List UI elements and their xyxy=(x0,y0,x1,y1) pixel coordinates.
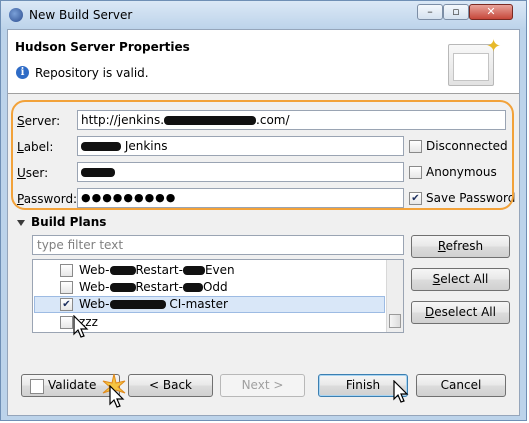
server-field[interactable]: http://jenkins. .com/ xyxy=(77,110,506,130)
list-item-checkbox[interactable] xyxy=(60,264,73,277)
list-item-checkbox[interactable] xyxy=(60,316,73,329)
window-title: New Build Server xyxy=(29,8,133,22)
scrollbar-thumb[interactable] xyxy=(389,314,401,328)
maximize-button[interactable]: ▫ xyxy=(443,4,469,20)
title-bar[interactable]: New Build Server – ▫ ✕ xyxy=(1,1,526,29)
save-password-checkbox[interactable]: ✔ xyxy=(409,192,422,205)
redacted-mark xyxy=(81,168,115,177)
save-password-label: Save Password xyxy=(426,191,516,205)
close-button[interactable]: ✕ xyxy=(469,4,513,20)
info-icon: i xyxy=(16,66,29,79)
sparkle-icon: ✦ xyxy=(486,36,502,57)
list-scrollbar[interactable] xyxy=(386,260,403,332)
label-field[interactable]: Jenkins xyxy=(77,136,404,156)
refresh-button[interactable]: Refresh xyxy=(411,235,510,258)
list-item-checkbox[interactable] xyxy=(60,281,73,294)
list-item-checkbox[interactable]: ✔ xyxy=(60,298,73,311)
new-build-server-window: New Build Server – ▫ ✕ Hudson Server Pro… xyxy=(0,0,527,421)
label-value-suffix: Jenkins xyxy=(121,139,168,153)
disconnected-checkbox[interactable] xyxy=(409,140,422,153)
label-label: Label: xyxy=(17,140,54,154)
anonymous-label: Anonymous xyxy=(426,165,497,179)
server-label: Server: xyxy=(17,114,61,128)
collapse-triangle-icon xyxy=(17,219,25,226)
password-label: Password: xyxy=(17,192,78,206)
status-message: Repository is valid. xyxy=(35,66,149,80)
next-button[interactable]: Next > xyxy=(220,374,305,397)
server-value-suffix: .com/ xyxy=(256,113,290,127)
validate-icon xyxy=(30,379,44,394)
anonymous-checkbox[interactable] xyxy=(409,166,422,179)
list-item-label: Web- CI-master xyxy=(79,297,228,311)
list-item-selected[interactable]: ✔ Web- CI-master xyxy=(34,296,385,313)
cancel-button[interactable]: Cancel xyxy=(416,374,506,397)
user-field[interactable] xyxy=(77,162,404,182)
filter-input[interactable]: type filter text xyxy=(32,235,404,255)
server-value-prefix: http://jenkins. xyxy=(81,113,165,127)
list-item[interactable]: Web- Restart- Even xyxy=(34,262,385,279)
back-button[interactable]: < Back xyxy=(128,374,213,397)
disconnected-label: Disconnected xyxy=(426,139,508,153)
minimize-button[interactable]: – xyxy=(417,4,443,20)
eclipse-app-icon xyxy=(9,8,23,22)
list-item-label: Web- Restart- Odd xyxy=(79,280,228,294)
build-plans-section-header[interactable]: Build Plans xyxy=(17,215,106,229)
user-label: User: xyxy=(17,166,49,180)
page-title: Hudson Server Properties xyxy=(15,40,190,54)
redacted-mark xyxy=(164,116,257,125)
dialog-client-area: Hudson Server Properties i Repository is… xyxy=(7,29,520,416)
wizard-header: Hudson Server Properties i Repository is… xyxy=(8,30,519,94)
list-item[interactable]: Web- Restart- Odd xyxy=(34,279,385,296)
select-all-button[interactable]: Select All xyxy=(411,268,510,291)
deselect-all-button[interactable]: Deselect All xyxy=(411,301,510,324)
build-plans-title: Build Plans xyxy=(31,215,107,229)
list-item-label: Web- Restart- Even xyxy=(79,263,235,277)
password-field[interactable]: ●●●●●●●●● xyxy=(77,188,404,208)
redacted-mark xyxy=(81,142,121,151)
